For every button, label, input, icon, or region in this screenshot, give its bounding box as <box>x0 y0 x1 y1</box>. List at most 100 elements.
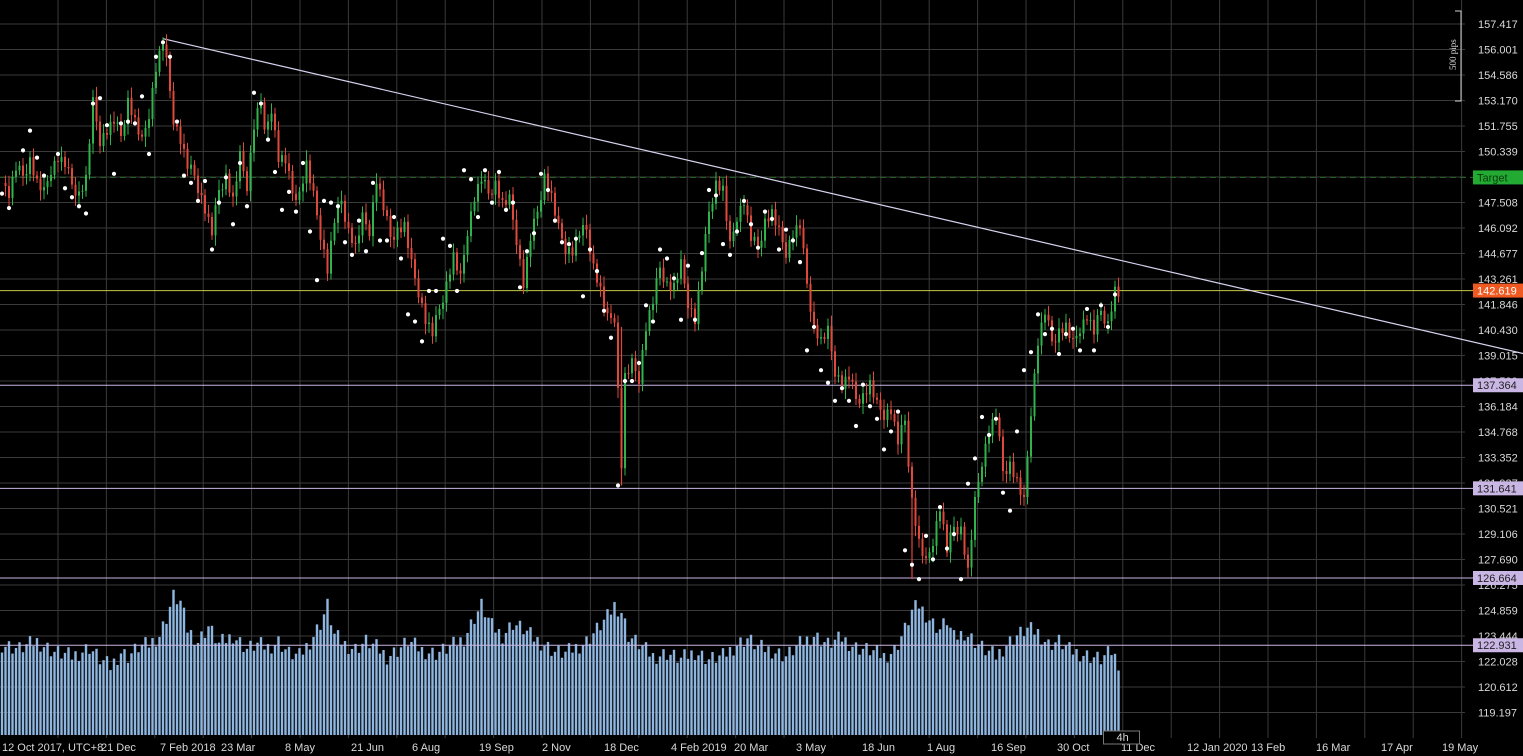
volume-bar <box>987 650 991 735</box>
candle-body <box>389 215 392 237</box>
volume-bar <box>672 649 676 735</box>
swing-point <box>1028 350 1034 355</box>
volume-bar <box>1096 651 1099 735</box>
swing-point <box>1056 351 1062 357</box>
volume-bar <box>1047 639 1050 735</box>
volume-bar <box>1050 649 1054 735</box>
volume-bar <box>39 651 42 735</box>
volume-bar <box>25 644 28 735</box>
time-tick-label: 19 May <box>1442 742 1479 754</box>
volume-bar <box>1061 649 1064 735</box>
candle-body <box>473 201 476 212</box>
time-tick-label: 12 Jan 2020 <box>1187 742 1248 754</box>
time-tick-label: 16 Sep <box>991 742 1026 754</box>
volume-bar <box>179 600 182 735</box>
price-chart[interactable]: 157.417 156.001 154.586 153.170 151.755 150.3… <box>0 0 1523 756</box>
time-tick-label: 21 Jun <box>351 742 384 754</box>
candle-body <box>137 117 140 135</box>
candle-body <box>907 420 910 467</box>
swing-point <box>6 205 12 211</box>
candle-body <box>253 129 255 153</box>
swing-point <box>405 312 411 317</box>
volume-bar <box>494 632 497 735</box>
swing-point <box>881 447 887 452</box>
volume-bar <box>231 643 235 735</box>
volume-bar <box>392 647 396 735</box>
candle-body <box>543 173 546 201</box>
volume-bar <box>1117 670 1120 735</box>
volume-bar <box>462 646 466 735</box>
candle-body <box>627 373 630 375</box>
time-tick-label: 3 May <box>796 742 826 754</box>
swing-point <box>699 250 705 256</box>
volume-bar <box>816 632 819 735</box>
candle-body <box>333 222 336 241</box>
swing-point <box>209 247 215 252</box>
volume-bar <box>427 653 431 735</box>
price-tick-label: 146.092 <box>1478 223 1518 235</box>
volume-bar <box>994 659 998 735</box>
candle-body <box>610 313 612 318</box>
swing-point <box>671 276 677 281</box>
swing-point <box>132 121 138 126</box>
candle-body <box>767 218 770 222</box>
candle-body <box>764 218 766 241</box>
candle-body <box>274 113 276 131</box>
volume-bar <box>991 646 994 735</box>
candle-body <box>151 87 154 120</box>
candle-body <box>599 282 602 287</box>
candle-body <box>722 185 724 191</box>
volume-bar <box>1071 654 1075 735</box>
swing-point <box>496 169 502 175</box>
volume-bar <box>833 639 837 735</box>
volume-bar <box>161 621 165 735</box>
candle-body <box>487 179 490 194</box>
candle-body <box>130 97 133 116</box>
swing-point <box>454 288 460 294</box>
candle-body <box>655 278 658 304</box>
volume-bar <box>1012 644 1015 735</box>
candle-body <box>1117 286 1120 297</box>
volume-bar <box>532 641 536 735</box>
candle-body <box>785 242 787 258</box>
swing-point <box>867 404 873 409</box>
candle-body <box>221 189 224 191</box>
candle-body <box>400 227 402 233</box>
volume-bar <box>445 653 448 735</box>
candle-body <box>666 281 668 283</box>
volume-bar <box>1113 653 1117 735</box>
candle-body <box>456 252 458 271</box>
candle-body <box>165 44 168 58</box>
candle-body <box>781 226 784 243</box>
volume-bar <box>641 645 644 735</box>
swing-point <box>573 236 579 241</box>
swing-point <box>230 222 236 227</box>
swing-point <box>622 378 628 384</box>
candle-body <box>284 155 287 164</box>
volume-bar <box>448 645 452 735</box>
volume-bar <box>1099 664 1103 735</box>
candle-body <box>207 213 210 217</box>
volume-bar <box>553 651 557 735</box>
swing-point <box>804 348 810 353</box>
candle-body <box>960 526 962 535</box>
price-axis[interactable]: 157.417 156.001 154.586 153.170 151.755 150.3… <box>1478 19 1518 720</box>
volume-bar <box>830 647 833 735</box>
target-tag-label: Target <box>1477 172 1508 184</box>
swing-point <box>461 168 467 173</box>
price-tick-label: 151.755 <box>1478 121 1518 133</box>
volume-bar <box>382 650 385 735</box>
candle-body <box>442 302 444 309</box>
volume-bar <box>95 648 98 735</box>
volume-bar <box>1068 642 1071 735</box>
swing-point <box>202 178 208 184</box>
candle-body <box>302 183 304 192</box>
volume-bar <box>14 647 18 735</box>
swing-point <box>419 339 425 344</box>
candle-body <box>512 194 514 220</box>
volume-bar <box>592 633 595 735</box>
volume-bar <box>634 634 637 735</box>
trendline[interactable] <box>162 38 1523 378</box>
volume-bar <box>616 616 620 735</box>
candle-body <box>214 205 217 236</box>
